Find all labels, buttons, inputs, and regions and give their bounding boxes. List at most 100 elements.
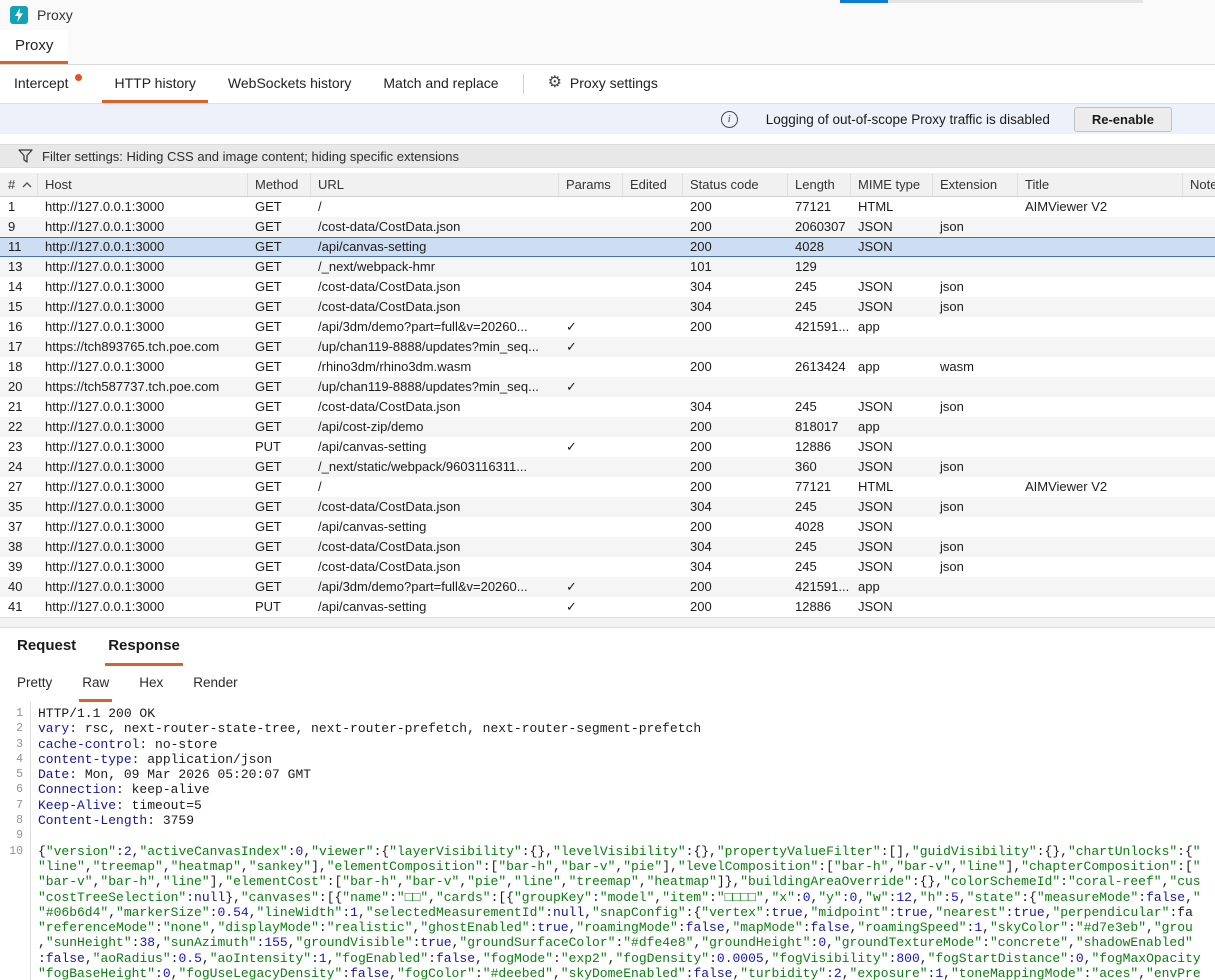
column-header-index[interactable]: # [0, 173, 38, 196]
table-row[interactable]: 15http://127.0.0.1:3000GET/cost-data/Cos… [0, 297, 1215, 317]
raw-response-editor[interactable]: 1HTTP/1.1 200 OK2vary: rsc, next-router-… [0, 702, 1215, 980]
window-title: Proxy [37, 7, 73, 23]
tab-raw[interactable]: Raw [79, 666, 112, 702]
table-row[interactable]: 20https://tch587737.tch.poe.comGET/up/ch… [0, 377, 1215, 397]
table-row[interactable]: 39http://127.0.0.1:3000GET/cost-data/Cos… [0, 557, 1215, 577]
cell-id: 20 [0, 377, 38, 397]
line-number: 9 [0, 828, 30, 843]
column-header-note[interactable]: Note [1183, 173, 1215, 196]
cell-params [559, 217, 623, 237]
cell-params [559, 357, 623, 377]
table-row[interactable]: 35http://127.0.0.1:3000GET/cost-data/Cos… [0, 497, 1215, 517]
cell-edited [623, 397, 683, 417]
tab-intercept[interactable]: Intercept [2, 65, 94, 103]
cell-id: 35 [0, 497, 38, 517]
table-row[interactable]: 13http://127.0.0.1:3000GET/_next/webpack… [0, 257, 1215, 277]
table-row[interactable]: 14http://127.0.0.1:3000GET/cost-data/Cos… [0, 277, 1215, 297]
panel-splitter[interactable] [0, 617, 1215, 628]
tab-request[interactable]: Request [14, 628, 79, 666]
table-row[interactable]: 38http://127.0.0.1:3000GET/cost-data/Cos… [0, 537, 1215, 557]
cell-status: 200 [683, 217, 788, 237]
table-row[interactable]: 9http://127.0.0.1:3000GET/cost-data/Cost… [0, 217, 1215, 237]
cell-edited [623, 357, 683, 377]
response-line: "referenceMode":"none","displayMode":"re… [0, 920, 1215, 935]
table-row[interactable]: 11http://127.0.0.1:3000GET/api/canvas-se… [0, 237, 1215, 257]
cell-params [559, 517, 623, 537]
table-row[interactable]: 16http://127.0.0.1:3000GET/api/3dm/demo?… [0, 317, 1215, 337]
filter-settings-bar[interactable]: Filter settings: Hiding CSS and image co… [0, 144, 1215, 168]
tab-response[interactable]: Response [105, 628, 183, 666]
response-line: "#06b6d4","markerSize":0.54,"lineWidth":… [0, 905, 1215, 920]
response-line-text: content-type: application/json [30, 752, 272, 767]
cell-status: 304 [683, 277, 788, 297]
cell-id: 37 [0, 517, 38, 537]
column-header-label: Edited [630, 177, 667, 192]
cell-host: http://127.0.0.1:3000 [38, 277, 248, 297]
column-header-params[interactable]: Params [559, 173, 623, 196]
table-row[interactable]: 18http://127.0.0.1:3000GET/rhino3dm/rhin… [0, 357, 1215, 377]
column-header-label: Extension [940, 177, 997, 192]
filter-settings-text: Filter settings: Hiding CSS and image co… [42, 149, 459, 164]
tab-hex[interactable]: Hex [136, 666, 166, 702]
cell-mime: app [851, 577, 933, 597]
cell-params: ✓ [559, 597, 623, 617]
column-header-mime[interactable]: MIME type [851, 173, 933, 196]
proxy-sub-tab-bar: Intercept HTTP history WebSockets histor… [0, 65, 1215, 104]
table-row[interactable]: 41http://127.0.0.1:3000PUT/api/canvas-se… [0, 597, 1215, 617]
response-line-text: "fogBaseHeight":0,"fogUseLegacyDensity":… [30, 966, 1201, 980]
response-line: 1HTTP/1.1 200 OK [0, 706, 1215, 721]
cell-length: 4028 [788, 237, 851, 257]
tab-pretty[interactable]: Pretty [14, 666, 55, 702]
line-number: 3 [0, 737, 30, 752]
cell-edited [623, 377, 683, 397]
cell-id: 18 [0, 357, 38, 377]
cell-url: /_next/webpack-hmr [311, 257, 559, 277]
table-row[interactable]: 27http://127.0.0.1:3000GET/20077121HTMLA… [0, 477, 1215, 497]
table-row[interactable]: 22http://127.0.0.1:3000GET/api/cost-zip/… [0, 417, 1215, 437]
tab-http-history[interactable]: HTTP history [102, 65, 207, 103]
cell-url: /api/canvas-setting [311, 237, 559, 257]
cell-title [1018, 377, 1183, 397]
cell-ext: json [933, 457, 1018, 477]
line-number [0, 874, 30, 889]
table-row[interactable]: 17https://tch893765.tch.poe.comGET/up/ch… [0, 337, 1215, 357]
cell-mime: JSON [851, 497, 933, 517]
cell-length: 77121 [788, 197, 851, 217]
line-number [0, 920, 30, 935]
cell-ext: json [933, 537, 1018, 557]
cell-length: 245 [788, 537, 851, 557]
tab-render[interactable]: Render [190, 666, 240, 702]
table-row[interactable]: 24http://127.0.0.1:3000GET/_next/static/… [0, 457, 1215, 477]
cell-edited [623, 497, 683, 517]
cell-method: GET [248, 477, 311, 497]
gear-icon: ⚙ [548, 75, 562, 91]
table-row[interactable]: 40http://127.0.0.1:3000GET/api/3dm/demo?… [0, 577, 1215, 597]
cell-method: GET [248, 317, 311, 337]
cell-length: 77121 [788, 477, 851, 497]
table-row[interactable]: 23http://127.0.0.1:3000PUT/api/canvas-se… [0, 437, 1215, 457]
cell-status [683, 337, 788, 357]
table-row[interactable]: 37http://127.0.0.1:3000GET/api/canvas-se… [0, 517, 1215, 537]
column-header-host[interactable]: Host [38, 173, 248, 196]
tab-websockets-history[interactable]: WebSockets history [216, 65, 363, 103]
table-row[interactable]: 1http://127.0.0.1:3000GET/20077121HTMLAI… [0, 197, 1215, 217]
column-header-url[interactable]: URL [311, 173, 559, 196]
table-row[interactable]: 21http://127.0.0.1:3000GET/cost-data/Cos… [0, 397, 1215, 417]
column-header-edited[interactable]: Edited [623, 173, 683, 196]
tab-proxy[interactable]: Proxy [0, 30, 68, 64]
column-header-method[interactable]: Method [248, 173, 311, 196]
re-enable-button[interactable]: Re-enable [1074, 107, 1172, 132]
line-number: 5 [0, 767, 30, 782]
cell-note [1183, 537, 1215, 557]
cell-url: /_next/static/webpack/9603116311... [311, 457, 559, 477]
column-header-ext[interactable]: Extension [933, 173, 1018, 196]
column-header-status[interactable]: Status code [683, 173, 788, 196]
cell-url: /cost-data/CostData.json [311, 497, 559, 517]
tab-match-and-replace[interactable]: Match and replace [371, 65, 510, 103]
tab-proxy-settings[interactable]: ⚙ Proxy settings [536, 65, 670, 103]
response-line: 6Connection: keep-alive [0, 782, 1215, 797]
cell-id: 16 [0, 317, 38, 337]
column-header-length[interactable]: Length [788, 173, 851, 196]
cell-length: 245 [788, 277, 851, 297]
column-header-title[interactable]: Title [1018, 173, 1183, 196]
